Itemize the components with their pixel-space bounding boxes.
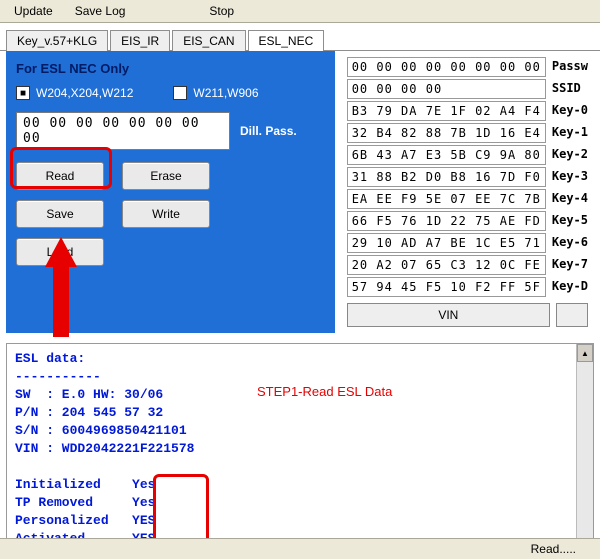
line: Initialized — [15, 477, 101, 492]
key3-hex[interactable]: 31 88 B2 D0 B8 16 7D F0 — [347, 167, 546, 187]
key4-label: Key-4 — [552, 189, 588, 209]
checkbox-w204[interactable]: ■ W204,X204,W212 — [16, 86, 133, 100]
val: Yes — [132, 477, 155, 492]
checkbox-label: W211,W906 — [193, 86, 258, 100]
key6-hex[interactable]: 29 10 AD A7 BE 1C E5 71 — [347, 233, 546, 253]
keyd-label: Key-D — [552, 277, 588, 297]
checkbox-icon — [173, 86, 187, 100]
save-button[interactable]: Save — [16, 200, 104, 228]
status-text: Read..... — [531, 542, 576, 556]
tab-esl-nec[interactable]: ESL_NEC — [248, 30, 325, 51]
keyd-hex[interactable]: 57 94 45 F5 10 F2 FF 5F — [347, 277, 546, 297]
line: S/N : 6004969850421101 — [15, 423, 187, 438]
panel-row: For ESL NEC Only ■ W204,X204,W212 W211,W… — [0, 50, 600, 339]
line: SW : E.0 HW: 30/06 — [15, 387, 163, 402]
key5-hex[interactable]: 66 F5 76 1D 22 75 AE FD — [347, 211, 546, 231]
tab-key[interactable]: Key_v.57+KLG — [6, 30, 108, 51]
key1-hex[interactable]: 32 B4 82 88 7B 1D 16 E4 — [347, 123, 546, 143]
line: TP Removed — [15, 495, 93, 510]
key5-label: Key-5 — [552, 211, 588, 231]
line: VIN : WDD2042221F221578 — [15, 441, 194, 456]
passw-hex[interactable]: 00 00 00 00 00 00 00 00 — [347, 57, 546, 77]
menu-savelog[interactable]: Save Log — [65, 2, 136, 20]
menu-update[interactable]: Update — [4, 2, 63, 20]
status-bar: Read..... — [0, 538, 600, 559]
vin-aux-button[interactable] — [556, 303, 588, 327]
step-note: STEP1-Read ESL Data — [257, 384, 392, 399]
menu-spacer — [137, 9, 197, 13]
scroll-up-icon[interactable]: ▲ — [577, 344, 593, 362]
tab-bar: Key_v.57+KLG EIS_IR EIS_CAN ESL_NEC — [0, 23, 600, 50]
keys-panel: 00 00 00 00 00 00 00 00 Passw 00 00 00 00… — [341, 51, 594, 333]
key6-label: Key-6 — [552, 233, 588, 253]
erase-button[interactable]: Erase — [122, 162, 210, 190]
write-button[interactable]: Write — [122, 200, 210, 228]
val: YES — [132, 513, 155, 528]
key4-hex[interactable]: EA EE F9 5E 07 EE 7C 7B — [347, 189, 546, 209]
console: ESL data: ----------- SW : E.0 HW: 30/06… — [6, 343, 594, 559]
key0-label: Key-0 — [552, 101, 588, 121]
dill-pass-input[interactable]: 00 00 00 00 00 00 00 00 — [16, 112, 230, 150]
panel-title: For ESL NEC Only — [16, 61, 325, 76]
esl-nec-panel: For ESL NEC Only ■ W204,X204,W212 W211,W… — [6, 51, 335, 333]
key0-hex[interactable]: B3 79 DA 7E 1F 02 A4 F4 — [347, 101, 546, 121]
read-button[interactable]: Read — [16, 162, 104, 190]
val: Yes — [132, 495, 155, 510]
console-text: ESL data: ----------- SW : E.0 HW: 30/06… — [7, 344, 593, 559]
tab-eis-can[interactable]: EIS_CAN — [172, 30, 245, 51]
scrollbar[interactable]: ▲ ▼ — [576, 344, 593, 559]
key1-label: Key-1 — [552, 123, 588, 143]
key2-hex[interactable]: 6B 43 A7 E3 5B C9 9A 80 — [347, 145, 546, 165]
line: ESL data: — [15, 351, 85, 366]
load-button[interactable]: Load — [16, 238, 104, 266]
checkbox-w211[interactable]: W211,W906 — [173, 86, 258, 100]
key7-hex[interactable]: 20 A2 07 65 C3 12 0C FE — [347, 255, 546, 275]
ssid-label: SSID — [552, 79, 588, 99]
tab-eis-ir[interactable]: EIS_IR — [110, 30, 170, 51]
key7-label: Key-7 — [552, 255, 588, 275]
checkbox-label: W204,X204,W212 — [36, 86, 133, 100]
passw-label: Passw — [552, 57, 588, 77]
vin-button[interactable]: VIN — [347, 303, 550, 327]
key3-label: Key-3 — [552, 167, 588, 187]
line: Personalized — [15, 513, 109, 528]
ssid-hex[interactable]: 00 00 00 00 — [347, 79, 546, 99]
key2-label: Key-2 — [552, 145, 588, 165]
dill-pass-label: Dill. Pass. — [240, 124, 297, 138]
line: ----------- — [15, 369, 101, 384]
menubar: Update Save Log Stop — [0, 0, 600, 23]
line: P/N : 204 545 57 32 — [15, 405, 163, 420]
checkbox-icon: ■ — [16, 86, 30, 100]
menu-stop[interactable]: Stop — [199, 2, 244, 20]
